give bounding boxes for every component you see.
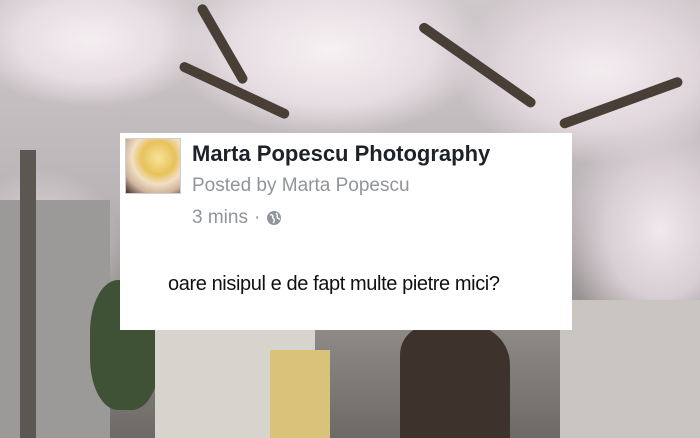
meta-separator: · xyxy=(253,207,261,228)
building-yellow xyxy=(270,350,330,438)
facebook-post-card: Marta Popescu Photography Posted by Mart… xyxy=(120,133,572,330)
post-text: oare nisipul e de fapt multe pietre mici… xyxy=(168,273,500,295)
tree-trunk xyxy=(400,325,510,438)
utility-pole xyxy=(20,150,36,438)
post-meta: 3 mins · xyxy=(192,207,282,229)
globe-icon[interactable] xyxy=(266,210,282,226)
branch xyxy=(558,75,684,130)
posted-by-label: Posted by Marta Popescu xyxy=(192,175,410,196)
branch xyxy=(417,20,538,110)
page-name-link[interactable]: Marta Popescu Photography xyxy=(192,141,490,167)
timestamp[interactable]: 3 mins xyxy=(192,207,248,229)
building-right xyxy=(560,300,700,438)
avatar[interactable] xyxy=(125,138,181,194)
